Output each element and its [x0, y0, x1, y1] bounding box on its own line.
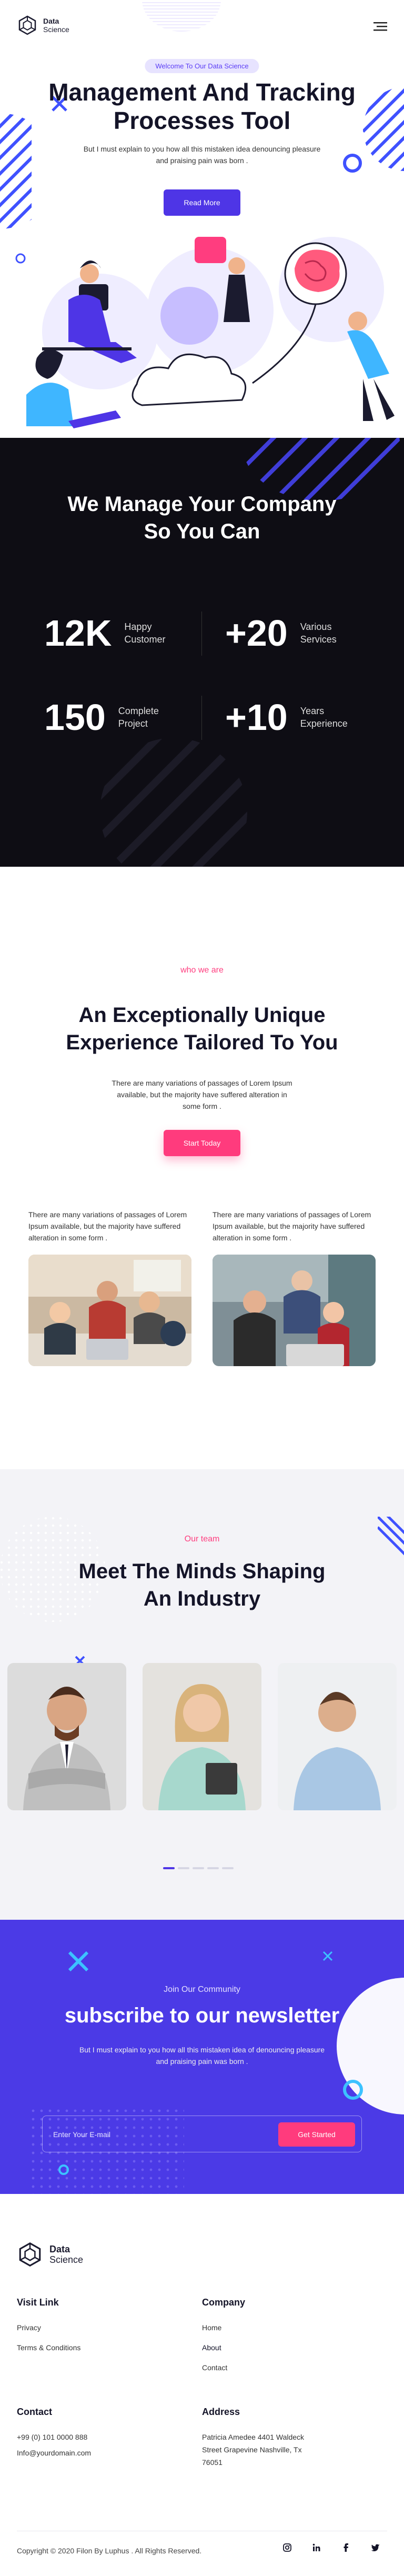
- brand-tagline: Science: [43, 25, 69, 34]
- ring-decor: [343, 154, 362, 173]
- stat-label: Customer: [124, 634, 166, 645]
- privacy-link[interactable]: Privacy: [17, 2323, 41, 2332]
- carousel-dot[interactable]: [207, 1867, 219, 1869]
- team-member-photo[interactable]: [278, 1663, 397, 1810]
- carousel-dot[interactable]: [222, 1867, 234, 1869]
- newsletter-subtitle: But I must explain to you how all this m…: [79, 2046, 325, 2066]
- about-title-line2: Experience Tailored To You: [66, 1031, 338, 1054]
- team-title-line2: An Industry: [143, 1587, 261, 1610]
- carousel-dot[interactable]: [178, 1867, 189, 1869]
- stat-label: Years: [300, 706, 325, 716]
- brand-name: Data: [43, 17, 59, 25]
- read-more-button[interactable]: Read More: [164, 189, 240, 216]
- stat-value: +20: [225, 613, 288, 654]
- brand-logo[interactable]: Data Science: [17, 15, 69, 36]
- about-subtitle: There are many variations of passages of…: [112, 1079, 292, 1110]
- about-column-text: There are many variations of passages of…: [28, 1210, 187, 1242]
- about-section: who we are An Exceptionally Unique Exper…: [0, 867, 404, 1469]
- hero-subtitle: But I must explain to you how all this m…: [83, 145, 321, 165]
- stat-label: Project: [118, 718, 148, 729]
- stat-label: Complete: [118, 706, 159, 716]
- email-link[interactable]: Info@yourdomain.com: [17, 2449, 91, 2457]
- stat-projects: 150 Complete Project: [44, 699, 159, 736]
- start-today-button[interactable]: Start Today: [164, 1130, 240, 1156]
- stat-value: 150: [44, 697, 106, 738]
- team-member-photo[interactable]: [143, 1663, 261, 1810]
- newsletter-form: Get Started: [42, 2116, 362, 2152]
- carousel-dot-active[interactable]: [163, 1867, 175, 1869]
- hero-title: Management And Tracking Processes Tool: [0, 78, 404, 135]
- team-eyebrow: Our team: [184, 1535, 220, 1543]
- team-title: Meet The Minds Shaping An Industry: [0, 1558, 404, 1612]
- email-input[interactable]: [53, 2126, 253, 2143]
- stat-experience: +10 Years Experience: [225, 699, 348, 736]
- stats-title-line1: We Manage Your Company: [67, 493, 337, 516]
- stats-title-line2: So You Can: [144, 520, 260, 543]
- hamburger-menu-icon[interactable]: [373, 21, 387, 32]
- hexagon-logo-icon: [18, 15, 36, 35]
- phone-number[interactable]: +99 (0) 101 0000 888: [17, 2433, 87, 2441]
- terms-link[interactable]: Terms & Conditions: [17, 2343, 80, 2352]
- address-heading: Address: [202, 2407, 240, 2417]
- stat-value: 12K: [44, 613, 112, 654]
- stat-label: Services: [300, 634, 337, 645]
- about-title: An Exceptionally Unique Experience Tailo…: [0, 1001, 404, 1056]
- about-title-line1: An Exceptionally Unique: [78, 1004, 326, 1027]
- instagram-icon[interactable]: [281, 2541, 294, 2554]
- stripes-decor-bottom: [100, 738, 247, 867]
- get-started-button[interactable]: Get Started: [278, 2122, 355, 2147]
- decorative-circle: [142, 0, 221, 32]
- newsletter-section: Join Our Community subscribe to our news…: [0, 1920, 404, 2194]
- carousel-pagination[interactable]: [163, 1867, 234, 1869]
- stat-label: Various: [300, 622, 332, 632]
- about-link[interactable]: About: [202, 2343, 221, 2352]
- newsletter-eyebrow: Join Our Community: [164, 1985, 240, 1994]
- company-heading: Company: [202, 2297, 246, 2308]
- footer-brand-logo[interactable]: Data Science: [17, 2241, 83, 2268]
- stats-section: We Manage Your Company So You Can 12K Ha…: [0, 438, 404, 867]
- about-eyebrow: who we are: [180, 966, 224, 975]
- newsletter-title: subscribe to our newsletter: [64, 2004, 340, 2027]
- address-line: 76051: [202, 2458, 223, 2467]
- x-shape-icon: [322, 1951, 333, 1961]
- office-discussion-photo: [213, 1255, 376, 1366]
- visit-links-heading: Visit Link: [17, 2297, 59, 2308]
- stats-divider: [201, 696, 202, 740]
- home-link[interactable]: Home: [202, 2323, 221, 2332]
- hero-illustration: [26, 237, 395, 428]
- contact-link[interactable]: Contact: [202, 2363, 227, 2372]
- hexagon-logo-icon: [19, 2242, 41, 2267]
- twitter-icon[interactable]: [369, 2541, 382, 2554]
- footer-brand-name: Data: [49, 2244, 70, 2254]
- carousel-dot[interactable]: [193, 1867, 204, 1869]
- hero-title-line1: Management And Tracking: [48, 78, 356, 106]
- ring-decor-small: [58, 2164, 69, 2175]
- linkedin-icon[interactable]: [310, 2541, 323, 2554]
- contact-heading: Contact: [17, 2407, 52, 2417]
- stats-divider: [201, 612, 202, 656]
- stat-value: +10: [225, 697, 288, 738]
- footer-brand-tagline: Science: [49, 2254, 84, 2265]
- hero-badge: Welcome To Our Data Science: [145, 59, 259, 73]
- stat-services: +20 Various Services: [225, 615, 337, 651]
- footer: Data Science Visit Link Privacy Terms & …: [0, 2194, 404, 2576]
- stats-title: We Manage Your Company So You Can: [0, 490, 404, 545]
- team-title-line1: Meet The Minds Shaping: [78, 1560, 326, 1583]
- copyright-text: Copyright © 2020 Filon By Luphus . All R…: [17, 2547, 202, 2555]
- hero-section: Data Science Welcome To Our Data Science…: [0, 0, 404, 438]
- team-meeting-photo: [28, 1255, 191, 1366]
- ring-decor: [343, 2080, 363, 2100]
- about-column-text: There are many variations of passages of…: [213, 1210, 371, 1242]
- team-member-photo[interactable]: [7, 1663, 126, 1810]
- address-line: Patricia Amedee 4401 Waldeck: [202, 2433, 305, 2441]
- x-shape-icon: [68, 1951, 89, 1972]
- stat-label: Happy: [124, 622, 152, 632]
- address-line: Street Grapevine Nashville, Tx: [202, 2445, 302, 2454]
- hero-title-line2: Processes Tool: [113, 107, 291, 134]
- stat-label: Experience: [300, 718, 348, 729]
- stat-happy-customers: 12K Happy Customer: [44, 615, 165, 651]
- team-section: Our team Meet The Minds Shaping An Indus…: [0, 1469, 404, 1920]
- facebook-icon[interactable]: [340, 2541, 352, 2554]
